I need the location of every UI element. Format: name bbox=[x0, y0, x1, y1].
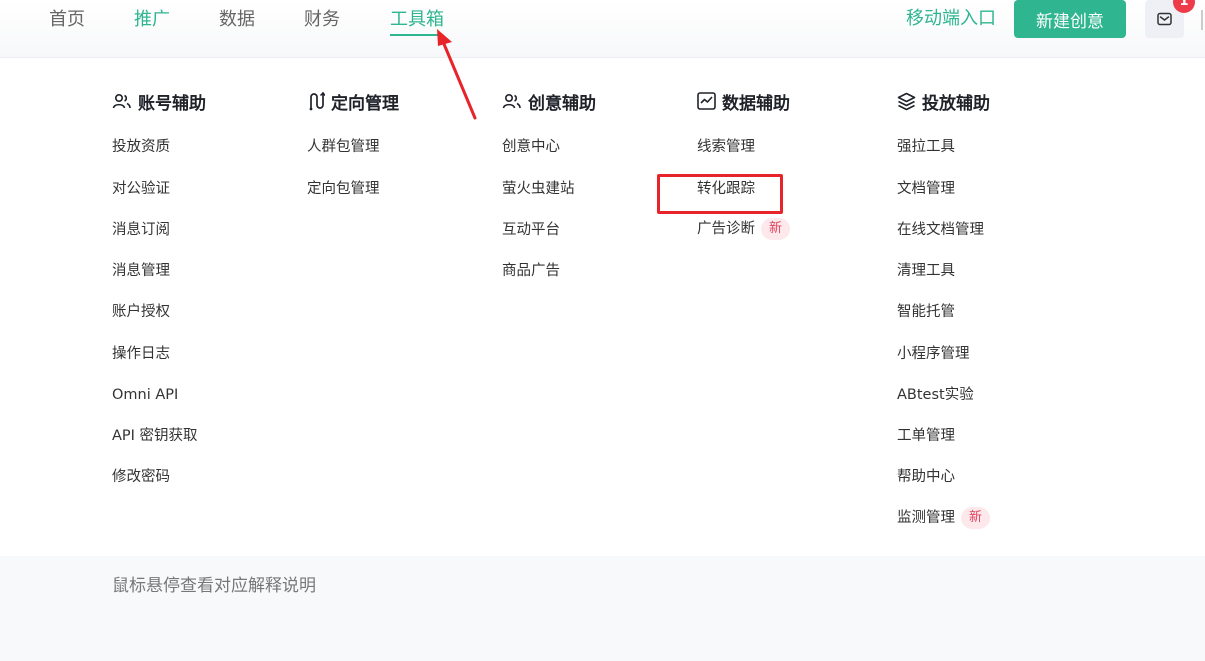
annotation-arrow-icon bbox=[437, 29, 477, 120]
